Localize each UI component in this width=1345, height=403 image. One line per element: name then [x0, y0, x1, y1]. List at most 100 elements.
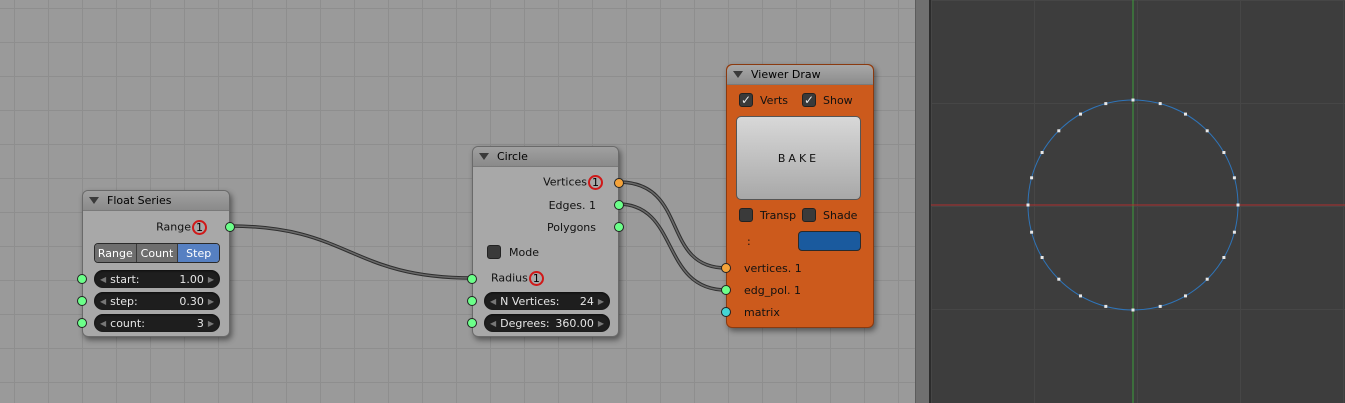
vertex-point [1030, 176, 1034, 180]
node-title: Circle [497, 150, 528, 163]
increment-arrow-icon[interactable]: ▶ [208, 319, 214, 328]
radius-badge: 1 [528, 271, 544, 286]
link-range-radius [229, 224, 473, 280]
collapse-triangle-icon[interactable] [89, 197, 99, 204]
input-matrix-label: matrix [744, 306, 780, 319]
color-swatch[interactable] [798, 231, 861, 251]
start-field[interactable]: ◀ start: 1.00 ▶ [94, 270, 220, 288]
vertex-point [1040, 151, 1044, 154]
node-title: Viewer Draw [751, 68, 821, 81]
edges-output-socket[interactable] [614, 200, 624, 210]
input-edg-pol-label: edg_pol. 1 [744, 284, 801, 297]
vertex-point [1057, 277, 1061, 281]
n-vertices-field[interactable]: ◀ N Vertices: 24 ▶ [484, 292, 610, 310]
field-label: start: [110, 272, 140, 286]
vertex-point [1205, 129, 1209, 133]
vertex-point [1205, 277, 1209, 281]
link-vertices [617, 180, 727, 270]
increment-arrow-icon[interactable]: ▶ [208, 275, 214, 284]
transp-label: Transp [760, 209, 797, 222]
input-radius-label: Radius 1 [491, 271, 544, 286]
step-input-socket[interactable] [77, 296, 87, 306]
output-edges-label: Edges. 1 [548, 199, 596, 212]
increment-arrow-icon[interactable]: ▶ [208, 297, 214, 306]
vertex-point [1184, 112, 1187, 116]
circle-node[interactable]: Circle Vertices 1 Edges. 1 Polygons Mode … [467, 146, 624, 337]
matrix-input-socket[interactable] [721, 307, 731, 317]
collapse-triangle-icon[interactable] [479, 153, 489, 160]
vertex-point [1222, 151, 1226, 154]
output-vertices-label: Vertices 1 [543, 175, 603, 190]
node-editor[interactable]: Float Series Range 1 Range Count Step ◀ s… [0, 0, 915, 403]
viewer-draw-node[interactable]: Viewer Draw ✓ Verts ✓ Show BAKE Transp S… [721, 64, 874, 328]
vertex-point [1236, 203, 1240, 207]
viewport-canvas [931, 0, 1345, 403]
field-label: Degrees: [500, 316, 550, 330]
field-value: 1.00 [179, 272, 204, 286]
vertex-point [1222, 256, 1226, 259]
step-field[interactable]: ◀ step: 0.30 ▶ [94, 292, 220, 310]
viewer-draw-header[interactable]: Viewer Draw [727, 65, 873, 85]
float-series-node[interactable]: Float Series Range 1 Range Count Step ◀ s… [77, 190, 235, 337]
field-value: 3 [196, 316, 204, 330]
degrees-field[interactable]: ◀ Degrees: 360.00 ▶ [484, 314, 610, 332]
color-label: : [747, 235, 751, 248]
range-output-socket[interactable] [225, 222, 235, 232]
checkmark-icon: ✓ [740, 93, 752, 107]
mode-count[interactable]: Count [136, 244, 179, 262]
degrees-input-socket[interactable] [467, 318, 477, 328]
edg-pol-input-socket[interactable] [721, 285, 731, 295]
mode-range[interactable]: Range [95, 244, 137, 262]
3d-viewport[interactable] [931, 0, 1345, 403]
vertices-input-socket[interactable] [721, 263, 731, 273]
vertex-point [1232, 230, 1236, 234]
vertex-point [1104, 102, 1108, 106]
vertex-point [1030, 230, 1034, 234]
count-input-socket[interactable] [77, 318, 87, 328]
shade-label: Shade [823, 209, 858, 222]
field-value: 360.00 [555, 316, 594, 330]
node-title: Float Series [107, 194, 172, 207]
verts-checkbox[interactable]: ✓ [739, 93, 753, 107]
increment-arrow-icon[interactable]: ▶ [598, 319, 604, 328]
vertex-point [1158, 304, 1162, 308]
show-label: Show [823, 94, 853, 107]
field-value: 24 [579, 294, 594, 308]
bake-button[interactable]: BAKE [736, 116, 861, 200]
nvertices-input-socket[interactable] [467, 296, 477, 306]
verts-label: Verts [760, 94, 789, 107]
polygons-output-socket[interactable] [614, 222, 624, 232]
mode-selector[interactable]: Range Count Step [94, 243, 220, 263]
increment-arrow-icon[interactable]: ▶ [598, 297, 604, 306]
radius-input-socket[interactable] [467, 274, 477, 284]
count-field[interactable]: ◀ count: 3 ▶ [94, 314, 220, 332]
mode-step[interactable]: Step [178, 244, 219, 262]
vertex-point [1131, 308, 1135, 312]
checkmark-icon: ✓ [803, 93, 815, 107]
vertex-point [1079, 294, 1082, 298]
transp-checkbox[interactable] [739, 208, 753, 222]
vertex-point [1079, 112, 1082, 116]
collapse-triangle-icon[interactable] [733, 71, 743, 78]
circle-header[interactable]: Circle [473, 147, 618, 167]
vertex-point [1040, 256, 1044, 259]
float-series-header[interactable]: Float Series [83, 191, 229, 211]
vertex-point [1158, 102, 1162, 106]
input-vertices-label: vertices. 1 [744, 262, 802, 275]
vertices-text: Vertices [543, 175, 587, 189]
vertex-point [1232, 176, 1236, 180]
vertex-point [1026, 203, 1030, 207]
field-label: step: [110, 294, 138, 308]
vertices-badge: 1 [588, 175, 603, 190]
field-value: 0.30 [179, 294, 204, 308]
mode-checkbox[interactable] [487, 245, 501, 259]
shade-checkbox[interactable] [802, 208, 816, 222]
output-polygons-label: Polygons [547, 221, 596, 234]
show-checkbox[interactable]: ✓ [802, 93, 816, 107]
vertex-point [1184, 294, 1187, 298]
vertices-output-socket[interactable] [614, 178, 624, 188]
output-range-label: Range 1 [156, 220, 207, 235]
mode-label: Mode [509, 246, 539, 259]
area-divider[interactable] [915, 0, 931, 403]
start-input-socket[interactable] [77, 274, 87, 284]
